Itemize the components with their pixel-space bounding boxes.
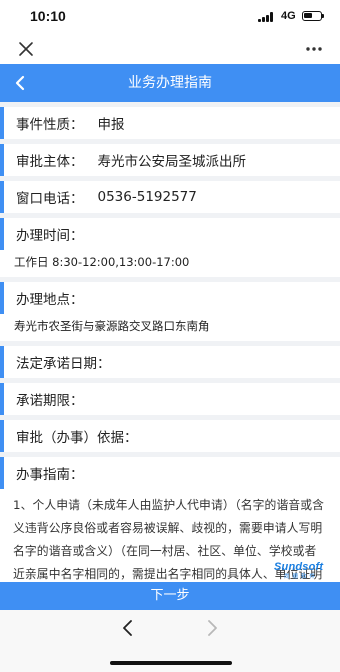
nav-bar: 业务办理指南 — [0, 64, 340, 102]
forward-arrow-icon — [203, 618, 221, 638]
location-value: 寿光市农圣街与豪源路交叉路口东南角 — [0, 314, 340, 341]
home-indicator — [110, 661, 232, 665]
field-value: 寿光市公安局圣城派出所 — [97, 154, 247, 170]
field-label: 窗口电话： — [16, 191, 84, 207]
hours-value: 工作日 8:30-12:00,13:00-17:00 — [0, 250, 340, 277]
field-label: 办事指南： — [16, 467, 84, 483]
status-time: 10:10 — [30, 8, 66, 24]
field-label: 审批（办事）依据： — [16, 430, 138, 446]
page-title: 业务办理指南 — [128, 75, 212, 91]
field-row-location: 办理地点： — [0, 282, 340, 314]
status-bar: 10:10 4G — [0, 0, 340, 34]
chevron-left-icon[interactable] — [10, 72, 32, 94]
browser-bar — [0, 34, 340, 64]
more-icon[interactable] — [300, 41, 328, 57]
field-row-hours: 办理时间： — [0, 218, 340, 250]
field-row-nature: 事件性质： 申报 — [0, 107, 340, 139]
field-row-authority: 审批主体： 寿光市公安局圣城派出所 — [0, 144, 340, 176]
field-value: 申报 — [97, 117, 125, 133]
bottom-nav — [0, 610, 340, 672]
close-icon[interactable] — [16, 39, 36, 59]
signal-icon — [258, 12, 276, 22]
field-label: 审批主体： — [16, 154, 84, 170]
field-label: 法定承诺日期： — [16, 356, 111, 372]
next-step-button[interactable]: 下一步 — [0, 582, 340, 610]
field-row-phone: 窗口电话： 0536-5192577 — [0, 181, 340, 213]
network-label: 4G — [281, 10, 296, 22]
guide-content[interactable]: 事件性质： 申报 审批主体： 寿光市公安局圣城派出所 窗口电话： 0536-51… — [0, 102, 340, 582]
field-label: 办理时间： — [16, 228, 84, 244]
battery-icon — [302, 11, 322, 21]
field-label: 办理地点： — [16, 292, 84, 308]
field-row-promise-date: 法定承诺日期： — [0, 346, 340, 378]
field-row-promise-period: 承诺期限： — [0, 383, 340, 415]
battery-tip — [322, 14, 324, 18]
sundsoft-watermark: Sundsoft 尚德软件 — [274, 561, 340, 581]
field-label: 承诺期限： — [16, 393, 84, 409]
phone-value[interactable]: 0536-5192577 — [98, 189, 197, 205]
field-row-basis: 审批（办事）依据： — [0, 420, 340, 452]
watermark-sub: 尚德软件 — [284, 574, 319, 580]
field-row-guide: 办事指南： — [0, 457, 340, 489]
back-arrow-icon[interactable] — [119, 618, 137, 638]
field-label: 事件性质： — [16, 117, 84, 133]
